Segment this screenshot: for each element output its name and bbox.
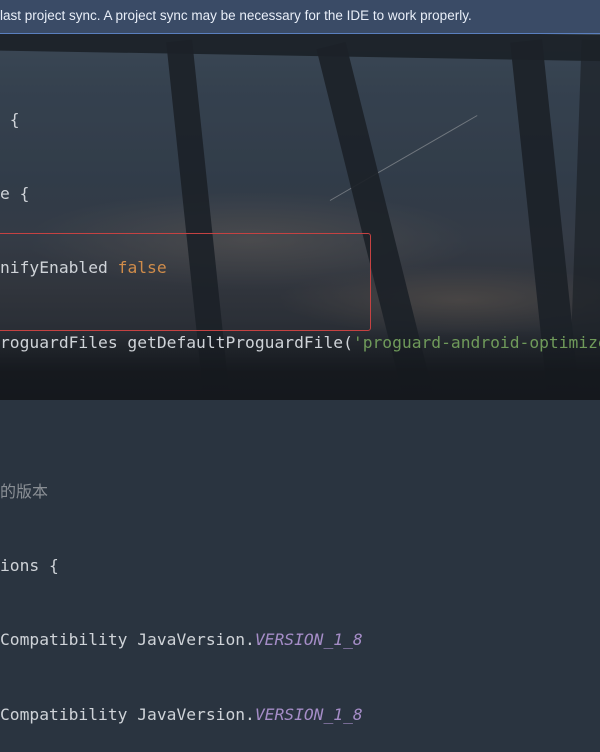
code-text: roguardFiles getDefaultProguardFile( xyxy=(0,332,353,352)
code-line: roguardFiles getDefaultProguardFile('pro… xyxy=(0,331,600,356)
code-line: 的版本 xyxy=(0,480,600,505)
code-editor[interactable]: { e { nifyEnabled false roguardFiles get… xyxy=(0,58,600,752)
code-text: { xyxy=(0,109,20,129)
code-text: Compatibility JavaVersion. xyxy=(0,630,255,650)
code-constant: VERSION_1_8 xyxy=(254,630,363,650)
code-constant: VERSION_1_8 xyxy=(254,704,363,724)
sync-notification-text: last project sync. A project sync may be… xyxy=(0,8,472,23)
code-comment: 的版本 xyxy=(0,481,49,501)
code-line: Compatibility JavaVersion.VERSION_1_8 xyxy=(0,628,600,653)
code-text: ions { xyxy=(0,555,59,575)
code-line: e { xyxy=(0,182,600,207)
code-line: Compatibility JavaVersion.VERSION_1_8 xyxy=(0,703,600,728)
code-line: { xyxy=(0,108,600,133)
code-text: e { xyxy=(0,183,30,203)
highlight-annotation-box xyxy=(0,233,371,331)
sync-notification-bar[interactable]: last project sync. A project sync may be… xyxy=(0,0,600,34)
code-line: ions { xyxy=(0,554,600,579)
code-text: Compatibility JavaVersion. xyxy=(0,704,255,724)
code-string: 'proguard-android-optimize. xyxy=(352,332,600,352)
